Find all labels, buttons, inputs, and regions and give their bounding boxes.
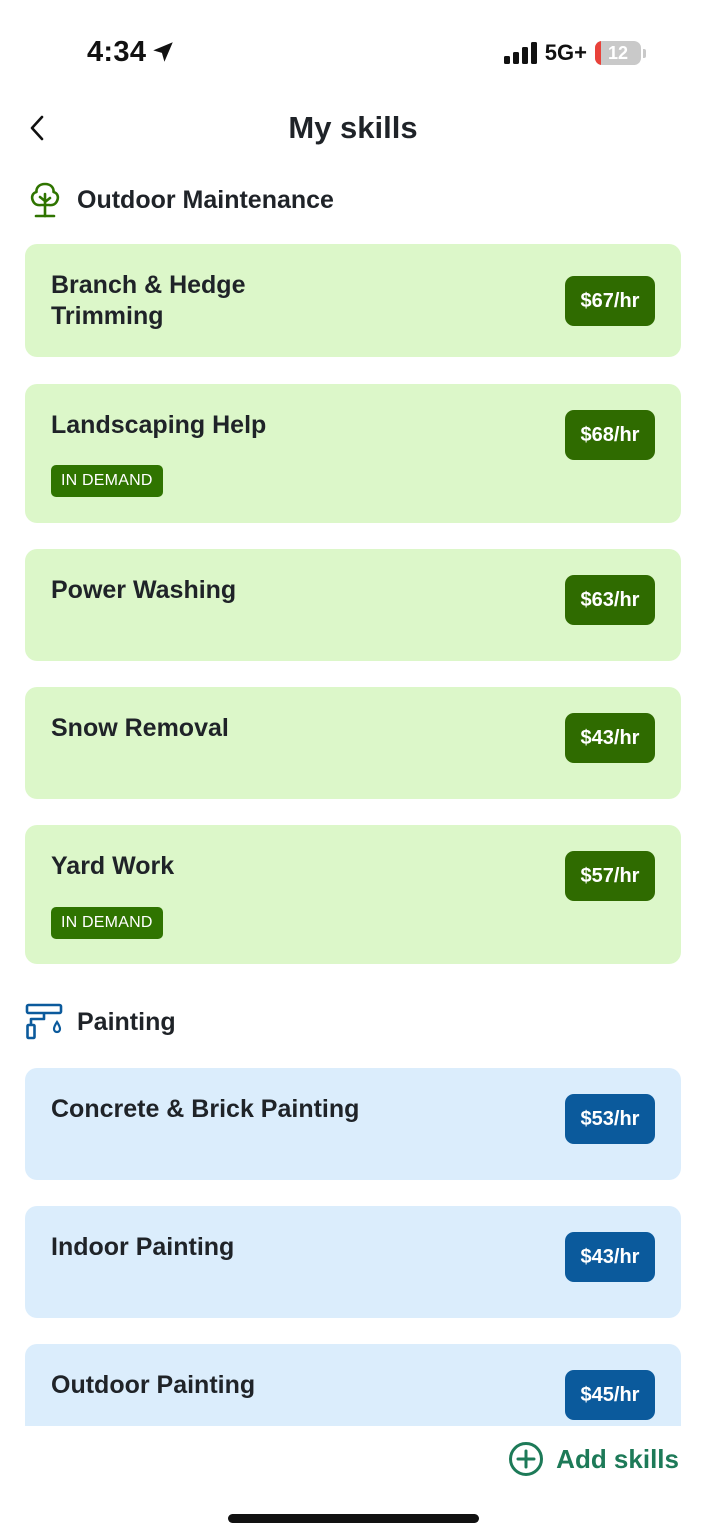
location-arrow-icon: [153, 42, 173, 62]
in-demand-badge: IN DEMAND: [51, 907, 163, 939]
page-title: My skills: [288, 110, 418, 145]
status-bar: 4:34 5G+ 12: [0, 0, 706, 100]
status-time: 4:34: [87, 35, 147, 68]
skill-name: Indoor Painting: [51, 1233, 235, 1261]
plus-circle-icon: [509, 1442, 544, 1476]
rate-badge: $43/hr: [565, 1232, 655, 1282]
skill-card[interactable]: Snow Removal $43/hr: [25, 687, 681, 799]
skill-card[interactable]: Landscaping Help IN DEMAND $68/hr: [25, 384, 681, 523]
battery-icon: 12: [595, 41, 646, 65]
battery-level: 12: [607, 42, 629, 63]
status-time-group: 4:34: [87, 34, 176, 70]
rate-badge: $68/hr: [565, 410, 655, 460]
skill-name: Landscaping Help: [51, 411, 267, 439]
paint-roller-icon: [25, 1003, 63, 1040]
skill-card[interactable]: Indoor Painting $43/hr: [25, 1206, 681, 1318]
skill-name: Snow Removal: [51, 714, 229, 742]
rate-badge: $45/hr: [565, 1370, 655, 1420]
section-header-painting: Painting: [25, 1002, 176, 1042]
rate-badge: $63/hr: [565, 575, 655, 625]
section-title: Outdoor Maintenance: [77, 185, 334, 214]
add-skills-button[interactable]: Add skills: [508, 1440, 679, 1478]
skills-list[interactable]: Outdoor Maintenance Branch & Hedge Trimm…: [0, 168, 706, 1426]
home-indicator: [228, 1514, 479, 1523]
skill-card[interactable]: Outdoor Painting $45/hr: [25, 1344, 681, 1426]
nav-header: My skills: [0, 100, 706, 160]
network-type: 5G+: [544, 40, 587, 65]
in-demand-badge: IN DEMAND: [51, 465, 163, 497]
rate-badge: $43/hr: [565, 713, 655, 763]
skill-card[interactable]: Yard Work IN DEMAND $57/hr: [25, 825, 681, 964]
rate-badge: $67/hr: [565, 276, 655, 326]
section-header-outdoor-maintenance: Outdoor Maintenance: [25, 180, 334, 220]
cellular-signal-icon: [503, 42, 537, 64]
skill-name: Outdoor Painting: [51, 1371, 256, 1399]
skill-name: Branch & Hedge Trimming: [51, 271, 246, 330]
status-indicators: 5G+ 12: [503, 38, 646, 68]
skill-card[interactable]: Power Washing $63/hr: [25, 549, 681, 661]
skill-name: Concrete & Brick Painting: [51, 1095, 360, 1123]
rate-badge: $53/hr: [565, 1094, 655, 1144]
skill-name: Yard Work: [51, 852, 175, 880]
rate-badge: $57/hr: [565, 851, 655, 901]
skill-card[interactable]: Concrete & Brick Painting $53/hr: [25, 1068, 681, 1180]
tree-icon: [30, 182, 60, 218]
skill-card[interactable]: Branch & Hedge Trimming $67/hr: [25, 244, 681, 357]
section-title: Painting: [77, 1007, 176, 1036]
skill-name: Power Washing: [51, 576, 237, 604]
add-skills-label: Add skills: [556, 1443, 679, 1474]
